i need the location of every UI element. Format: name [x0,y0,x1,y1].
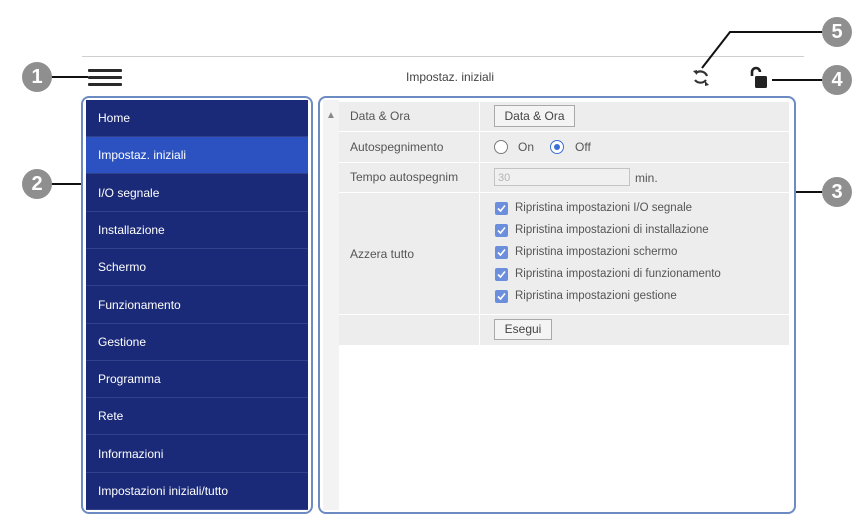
reset-operation-label: Ripristina impostazioni di funzionamento [515,268,721,280]
callout-1-leader [50,76,88,78]
reset-installation-checkbox[interactable] [495,224,508,237]
sidebar-item-gestione[interactable]: Gestione [86,324,308,361]
reset-all-row: Azzera tutto Ripristina impostazioni I/O… [339,193,789,315]
callout-2-leader [50,183,83,185]
reset-all-label: Azzera tutto [350,247,415,261]
callout-2-badge: 2 [22,169,52,199]
callout-1-badge: 1 [22,62,52,92]
callout-4-leader [772,79,822,81]
reset-installation-label: Ripristina impostazioni di installazione [515,224,709,236]
date-time-button[interactable]: Data & Ora [494,105,575,127]
sidebar-menu: Home Impostaz. iniziali I/O segnale Install… [86,100,308,510]
reset-screen-label: Ripristina impostazioni schermo [515,246,678,258]
auto-off-off-label: Off [575,140,591,154]
reset-management-label: Ripristina impostazioni gestione [515,290,677,302]
reset-screen-checkbox[interactable] [495,246,508,259]
callout-4-badge: 4 [822,65,852,95]
sidebar-item-rete[interactable]: Rete [86,398,308,436]
auto-off-label: Autospegnimento [350,140,444,154]
callout-5-leader [701,31,822,69]
callout-5-badge: 5 [822,17,852,47]
reset-io-checkbox[interactable] [495,202,508,215]
sidebar-item-i-o-segnale[interactable]: I/O segnale [86,175,308,212]
reset-operation-checkbox[interactable] [495,268,508,281]
header-divider [82,56,804,57]
sidebar-item-installazione[interactable]: Installazione [86,212,308,249]
sidebar-item-impostaz-iniziali[interactable]: Impostaz. iniziali [86,137,308,175]
sidebar-item-funzionamento[interactable]: Funzionamento [86,287,308,324]
reset-management-checkbox[interactable] [495,290,508,303]
scroll-up-icon[interactable]: ▲ [326,110,336,121]
auto-off-on-radio[interactable] [494,140,508,154]
date-time-label: Data & Ora [350,109,411,123]
sidebar-item-schermo[interactable]: Schermo [86,249,308,287]
auto-off-time-label: Tempo autospegnim [350,170,459,184]
auto-off-time-unit: min. [635,171,658,185]
sidebar-item-programma[interactable]: Programma [86,361,308,399]
auto-off-on-label: On [518,140,535,154]
callout-3-badge: 3 [822,177,852,207]
auto-off-row: Autospegnimento On Off [339,132,789,163]
sidebar-item-impostazioni-iniziali-tutto[interactable]: Impostazioni iniziali/tutto [86,473,308,510]
execute-button[interactable]: Esegui [494,319,552,340]
execute-row: Esegui [339,315,789,346]
reset-io-label: Ripristina impostazioni I/O segnale [515,202,693,214]
callout-3-leader [796,191,822,193]
settings-table: Data & Ora Data & Ora Autospegnimento On… [339,102,789,346]
date-time-row: Data & Ora Data & Ora [339,102,789,132]
hamburger-menu-icon[interactable] [88,67,122,87]
auto-off-time-input[interactable]: 30 [494,168,630,186]
auto-off-off-radio[interactable] [550,140,564,154]
auto-off-time-row: Tempo autospegnim 30 min. [339,163,789,193]
label-cell [339,315,480,345]
sidebar-item-home[interactable]: Home [86,100,308,137]
scrollbar-track[interactable] [323,100,339,510]
sidebar-item-informazioni[interactable]: Informazioni [86,436,308,473]
page-title: Impostaz. iniziali [405,70,495,84]
